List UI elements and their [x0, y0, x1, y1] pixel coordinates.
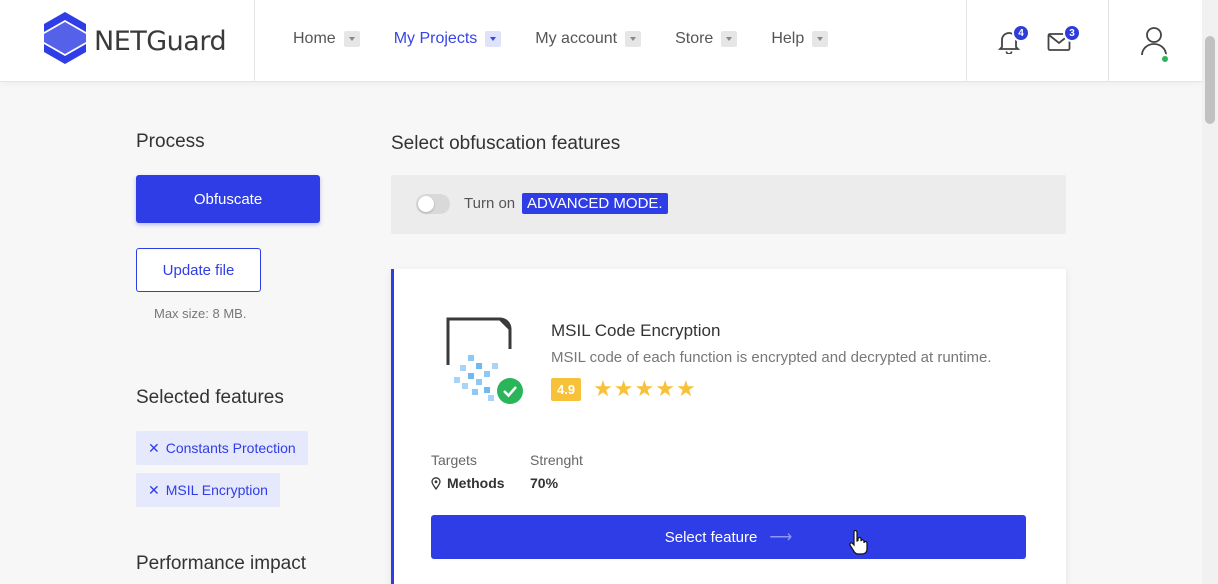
- message-count-badge: 3: [1063, 24, 1081, 42]
- hand-cursor-icon: [849, 530, 868, 555]
- nav-home[interactable]: Home: [293, 30, 360, 48]
- scrollbar-thumb[interactable]: [1205, 36, 1215, 124]
- top-header: NETGuard Home My Projects My account Sto…: [0, 0, 1202, 82]
- advanced-mode-toggle[interactable]: [416, 194, 450, 214]
- strength-label: Strenght: [530, 452, 583, 468]
- close-icon[interactable]: ✕: [148, 482, 160, 499]
- chevron-down-icon: [721, 31, 738, 47]
- encrypted-file-icon: [446, 317, 523, 404]
- performance-impact-title: Performance impact: [136, 553, 307, 574]
- rating-badge: 4.9: [551, 377, 582, 401]
- star-rating-icon: ★★★★★: [593, 376, 697, 401]
- advanced-mode-highlight: ADVANCED MODE.: [522, 193, 668, 214]
- update-file-button[interactable]: Update file: [136, 248, 261, 292]
- targets-value-text: Methods: [447, 475, 505, 491]
- nav-help[interactable]: Help: [771, 30, 829, 48]
- targets-label: Targets: [431, 452, 477, 468]
- nav-my-account[interactable]: My account: [535, 30, 642, 48]
- obfuscate-button[interactable]: Obfuscate: [136, 175, 320, 223]
- feature-description: MSIL code of each function is encrypted …: [551, 349, 992, 366]
- nav-label: My account: [535, 30, 618, 47]
- messages-button[interactable]: 3: [1047, 24, 1081, 57]
- user-icon: [1141, 27, 1167, 56]
- advanced-mode-label: Turn on: [464, 195, 516, 212]
- max-size-note: Max size: 8 MB.: [154, 306, 247, 321]
- tag-label: MSIL Encryption: [165, 482, 268, 498]
- feature-name: MSIL Code Encryption: [551, 321, 721, 340]
- feature-rating: 4.9 ★★★★★: [551, 376, 697, 402]
- notification-count-badge: 4: [1012, 24, 1030, 42]
- nav-label: Home: [293, 30, 336, 47]
- selected-feature-tag[interactable]: ✕ Constants Protection: [136, 431, 308, 465]
- chevron-down-icon: [485, 31, 502, 47]
- nav-label: My Projects: [393, 30, 478, 47]
- online-status-dot: [1160, 54, 1170, 64]
- targets-value: Methods: [431, 475, 505, 491]
- chevron-down-icon: [343, 31, 360, 47]
- tag-label: Constants Protection: [165, 440, 296, 456]
- netguard-logo-icon: [44, 12, 86, 64]
- notifications-button[interactable]: 4: [997, 24, 1030, 59]
- main-nav: Home My Projects My account Store Help: [293, 30, 862, 48]
- arrow-right-icon: ⟶: [769, 529, 793, 546]
- chevron-down-icon: [625, 31, 642, 47]
- nav-label: Store: [675, 30, 714, 47]
- brand-name: NETGuard: [94, 26, 227, 57]
- nav-my-projects[interactable]: My Projects: [394, 30, 502, 48]
- logo[interactable]: NETGuard: [0, 0, 255, 82]
- feature-card: MSIL Code Encryption MSIL code of each f…: [391, 269, 1066, 584]
- close-icon[interactable]: ✕: [148, 440, 160, 457]
- section-title: Select obfuscation features: [391, 133, 621, 154]
- page-scrollbar[interactable]: [1202, 0, 1218, 584]
- select-feature-button[interactable]: Select feature ⟶: [431, 515, 1026, 559]
- selected-feature-tag[interactable]: ✕ MSIL Encryption: [136, 473, 280, 507]
- advanced-mode-panel: Turn on ADVANCED MODE.: [391, 175, 1066, 234]
- nav-store[interactable]: Store: [675, 30, 738, 48]
- header-actions: 4 3: [966, 0, 1109, 82]
- select-feature-label: Select feature: [664, 528, 758, 546]
- location-pin-icon: [431, 476, 441, 490]
- nav-label: Help: [771, 30, 805, 47]
- user-avatar[interactable]: [1141, 26, 1170, 64]
- chevron-down-icon: [812, 31, 829, 47]
- strength-value: 70%: [530, 475, 559, 491]
- selected-features-title: Selected features: [136, 387, 284, 408]
- process-title: Process: [136, 131, 205, 152]
